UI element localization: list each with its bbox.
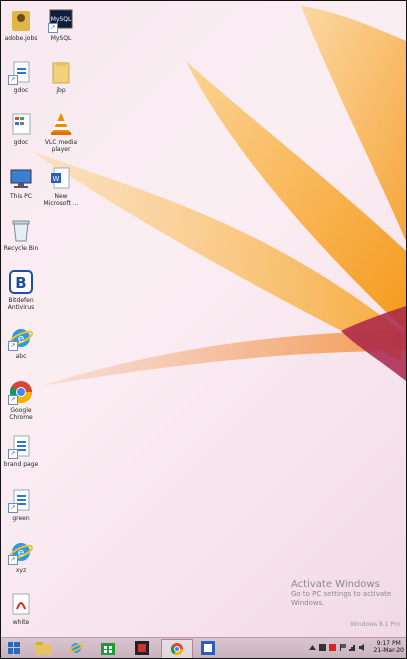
- windows-logo-icon: [8, 642, 20, 654]
- clock[interactable]: 9:17 PM 21-Mar-20: [373, 640, 404, 654]
- folder-icon: [36, 642, 52, 655]
- icon-label: brand page: [3, 461, 39, 468]
- icon-label: abc: [15, 353, 27, 360]
- svg-text:e: e: [18, 546, 25, 559]
- flag-icon[interactable]: [339, 643, 347, 651]
- icon-label: MySQL: [50, 35, 72, 42]
- icon-label: Bitdefen Antivirus: [7, 297, 35, 311]
- icon-label: xyz: [15, 567, 27, 574]
- icon-label: jbp: [56, 87, 66, 94]
- taskbar: 9:17 PM 21-Mar-20: [1, 637, 406, 658]
- pdf-icon[interactable]: white: [1, 591, 41, 626]
- windows-version: Windows 8.1 Pro: [350, 621, 400, 628]
- word-icon: [201, 641, 215, 655]
- icon-label: green: [12, 515, 30, 522]
- folder-icon[interactable]: jbp: [41, 59, 81, 94]
- antivirus-icon[interactable]: [329, 643, 337, 651]
- document-icon[interactable]: ↗ gdoc: [1, 59, 41, 94]
- activation-watermark: Activate Windows Go to PC settings to ac…: [291, 579, 401, 608]
- icon-label: gdoc: [13, 139, 29, 146]
- system-tray: 9:17 PM 21-Mar-20: [309, 640, 404, 654]
- flower-wallpaper: [31, 6, 406, 386]
- clock-date: 21-Mar-20: [373, 647, 404, 654]
- mysql-icon[interactable]: MySQL ↗ MySQL: [41, 7, 81, 42]
- icon-label: Recycle Bin: [3, 245, 39, 252]
- media-app-button[interactable]: [131, 639, 153, 657]
- ie-icon[interactable]: e ↗ xyz: [1, 539, 41, 574]
- word-taskbar-button[interactable]: [197, 639, 219, 657]
- word-icon[interactable]: W New Microsoft ...: [41, 165, 81, 207]
- file-explorer-button[interactable]: [33, 639, 55, 657]
- store-button[interactable]: [97, 639, 119, 657]
- recycle-bin-icon[interactable]: Recycle Bin: [1, 217, 41, 252]
- icon-label: gdoc: [13, 87, 29, 94]
- watermark-title: Activate Windows: [291, 579, 380, 590]
- icon-label: Google Chrome: [9, 407, 33, 421]
- watermark-subtitle: Go to PC settings to activate Windows.: [291, 590, 392, 607]
- icon-label: white: [12, 619, 30, 626]
- chrome-icon[interactable]: ↗ Google Chrome: [1, 379, 41, 421]
- adobe-folder-icon[interactable]: adobe.jobs: [1, 7, 41, 42]
- icon-label: This PC: [10, 193, 32, 200]
- up-arrow-icon[interactable]: [309, 644, 317, 651]
- ie-taskbar-button[interactable]: [65, 639, 87, 657]
- svg-text:B: B: [15, 274, 26, 292]
- spreadsheet-icon[interactable]: gdoc: [1, 111, 41, 146]
- ie-icon: [69, 643, 83, 653]
- chrome-taskbar-button[interactable]: [161, 639, 193, 658]
- icon-label: VLC media player: [44, 139, 78, 153]
- svg-text:e: e: [18, 332, 25, 345]
- desktop: adobe.jobs MySQL ↗ MySQL ↗ gdoc jbp gdoc …: [0, 0, 407, 659]
- ie-icon[interactable]: e ↗ abc: [1, 325, 41, 360]
- security-icon[interactable]: [319, 643, 327, 651]
- media-app-icon: [135, 641, 149, 655]
- start-button[interactable]: [3, 639, 25, 657]
- network-icon[interactable]: [349, 644, 356, 651]
- bitdefender-icon[interactable]: B Bitdefen Antivirus: [1, 269, 41, 311]
- icon-label: adobe.jobs: [4, 35, 38, 42]
- vlc-icon[interactable]: VLC media player: [41, 111, 81, 153]
- svg-text:MySQL: MySQL: [51, 16, 72, 23]
- svg-text:W: W: [53, 175, 60, 183]
- clock-time: 9:17 PM: [376, 640, 401, 647]
- chrome-icon: [170, 643, 183, 656]
- document-icon[interactable]: ↗ brand page: [1, 433, 41, 468]
- document-icon[interactable]: ↗ green: [1, 487, 41, 522]
- store-icon: [101, 643, 115, 655]
- icon-label: New Microsoft ...: [43, 193, 79, 207]
- volume-icon[interactable]: [359, 643, 366, 651]
- this-pc-icon[interactable]: This PC: [1, 165, 41, 200]
